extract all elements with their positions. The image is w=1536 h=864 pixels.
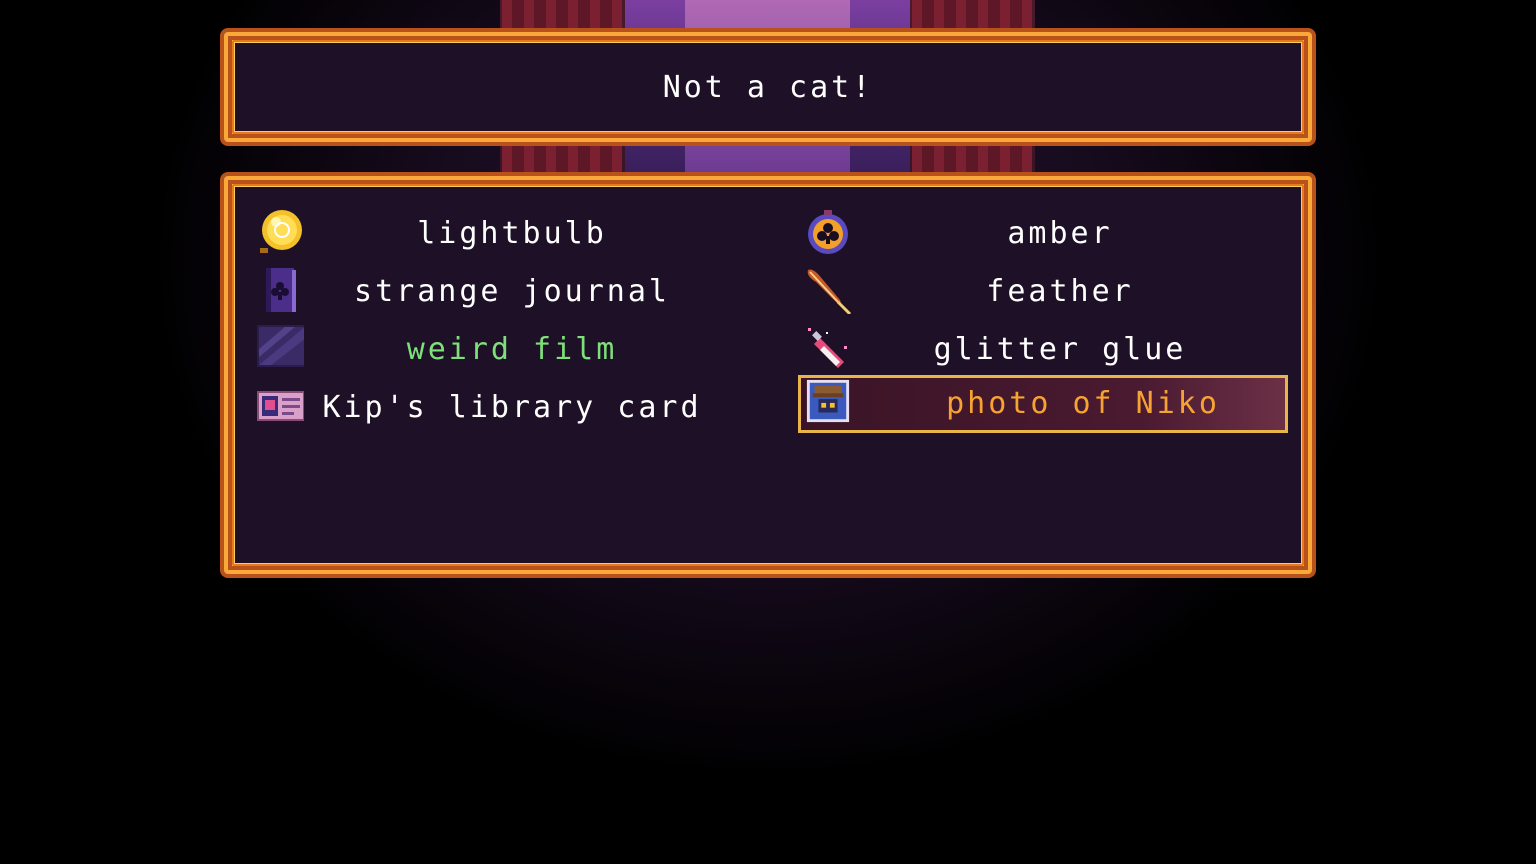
- inventory-panel: lightbulb strange journal weird film Kip…: [224, 176, 1312, 574]
- amber-icon: [808, 210, 848, 254]
- lightbulb-icon: [260, 210, 302, 253]
- niko-photo-icon: [806, 379, 850, 423]
- item-label: lightbulb: [417, 216, 607, 251]
- item-label: strange journal: [354, 274, 670, 309]
- inventory-item-amber[interactable]: amber: [776, 206, 1264, 258]
- glitter-glue-icon: [808, 328, 847, 368]
- item-label: glitter glue: [933, 332, 1187, 367]
- message-text: Not a cat!: [662, 70, 874, 105]
- item-label: photo of Niko: [946, 386, 1220, 421]
- journal-icon: [266, 268, 296, 312]
- inventory-item-photo-of-niko[interactable]: photo of Niko: [798, 375, 1288, 433]
- inventory-item-kips-library-card[interactable]: Kip's library card: [228, 380, 716, 432]
- inventory-item-strange-journal[interactable]: strange journal: [228, 264, 716, 316]
- feather-icon: [807, 269, 852, 314]
- inventory-item-lightbulb[interactable]: lightbulb: [228, 206, 716, 258]
- film-icon: [257, 325, 304, 367]
- inventory-item-feather[interactable]: feather: [776, 264, 1264, 316]
- item-label: amber: [1007, 216, 1113, 251]
- inventory-item-weird-film[interactable]: weird film: [228, 322, 716, 374]
- message-box: Not a cat!: [224, 32, 1312, 142]
- inventory-item-glitter-glue[interactable]: glitter glue: [776, 322, 1264, 374]
- item-label: feather: [986, 274, 1134, 309]
- item-label: Kip's library card: [322, 390, 702, 425]
- library-card-icon: [257, 391, 304, 421]
- item-label: weird film: [406, 332, 618, 367]
